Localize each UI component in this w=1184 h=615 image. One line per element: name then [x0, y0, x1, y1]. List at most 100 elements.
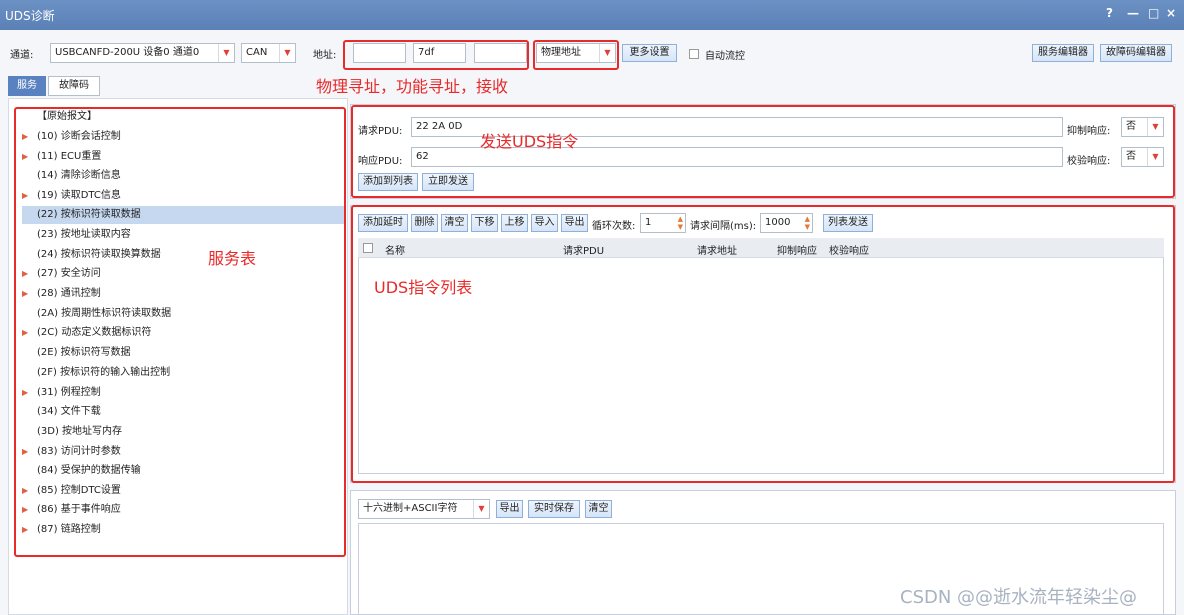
chevron-down-icon: ▼ — [218, 44, 234, 62]
annotation-service-table: 服务表 — [208, 249, 257, 268]
send-now-button[interactable]: 立即发送 — [422, 173, 474, 191]
tree-item-22[interactable]: (22) 按标识符读取数据 — [22, 206, 344, 224]
log-clear-button[interactable]: 清空 — [585, 500, 612, 518]
service-tree: 【原始报文】 ▶ (10) 诊断会话控制 ▶ (11) ECU重置 (14) 清除诊… — [16, 104, 346, 614]
tab-services[interactable]: 服务 — [8, 76, 46, 96]
auto-flow-checkbox[interactable] — [689, 49, 699, 59]
auto-flow-label: 自动流控 — [705, 51, 745, 62]
chevron-down-icon: ▼ — [599, 44, 615, 62]
chevron-down-icon: ▼ — [1147, 118, 1163, 136]
tree-item-84[interactable]: (84) 受保护的数据传输 — [22, 462, 344, 480]
tree-item-24[interactable]: (24) 按标识符读取换算数据 — [22, 246, 344, 264]
tree-item-2e[interactable]: (2E) 按标识符写数据 — [22, 344, 344, 362]
select-all-checkbox[interactable] — [363, 243, 373, 253]
expand-arrow-icon[interactable]: ▶ — [22, 187, 28, 205]
address-label: 地址: — [313, 50, 337, 61]
add-delay-button[interactable]: 添加延时 — [358, 214, 408, 232]
tab-dtc[interactable]: 故障码 — [48, 76, 100, 96]
tree-item-23[interactable]: (23) 按地址读取内容 — [22, 226, 344, 244]
tree-item-11[interactable]: ▶ (11) ECU重置 — [22, 148, 344, 166]
minimize-icon[interactable]: — — [1127, 6, 1139, 20]
help-icon[interactable]: ? — [1106, 6, 1113, 20]
tree-item-raw[interactable]: 【原始报文】 — [22, 108, 344, 126]
expand-arrow-icon[interactable]: ▶ — [22, 285, 28, 303]
close-icon[interactable]: × — [1166, 6, 1176, 20]
response-pdu-label: 响应PDU: — [358, 156, 403, 167]
loop-count-input[interactable]: 1 ▲ ▼ — [640, 213, 686, 233]
tree-item-14[interactable]: (14) 清除诊断信息 — [22, 167, 344, 185]
add-to-list-button[interactable]: 添加到列表 — [358, 173, 418, 191]
log-format-select[interactable]: 十六进制+ASCII字符 ▼ — [358, 499, 490, 519]
expand-arrow-icon[interactable]: ▶ — [22, 324, 28, 342]
expand-arrow-icon[interactable]: ▶ — [22, 128, 28, 146]
suppress-response-label: 抑制响应: — [1067, 126, 1111, 137]
address-type-select[interactable]: 物理地址 ▼ — [536, 43, 616, 63]
title-bar: UDS诊断 ? — □ × — [0, 0, 1184, 30]
col-request-address[interactable]: 请求地址 — [697, 242, 737, 257]
expand-arrow-icon[interactable]: ▶ — [22, 384, 28, 402]
interval-input[interactable]: 1000 ▲ ▼ — [760, 213, 813, 233]
col-verify-response[interactable]: 校验响应 — [829, 242, 869, 257]
delete-button[interactable]: 删除 — [411, 214, 438, 232]
tree-item-85[interactable]: ▶ (85) 控制DTC设置 — [22, 482, 344, 500]
move-up-button[interactable]: 上移 — [501, 214, 528, 232]
clear-list-button[interactable]: 清空 — [441, 214, 468, 232]
annotation-cmd-list: UDS指令列表 — [374, 278, 473, 297]
col-suppress-response[interactable]: 抑制响应 — [777, 242, 817, 257]
suppress-response-select[interactable]: 否 ▼ — [1121, 117, 1164, 137]
expand-arrow-icon[interactable]: ▶ — [22, 443, 28, 461]
command-grid-body[interactable] — [358, 258, 1164, 474]
chevron-down-icon: ▼ — [1147, 148, 1163, 166]
address-input-3[interactable] — [474, 43, 527, 63]
interval-label: 请求间隔(ms): — [690, 221, 757, 232]
expand-arrow-icon[interactable]: ▶ — [22, 501, 28, 519]
address-input-2[interactable]: 7df — [413, 43, 466, 63]
list-send-button[interactable]: 列表发送 — [823, 214, 873, 232]
annotation-send-cmd: 发送UDS指令 — [480, 132, 579, 151]
tree-item-3d[interactable]: (3D) 按地址写内存 — [22, 423, 344, 441]
import-button[interactable]: 导入 — [531, 214, 558, 232]
tree-item-10[interactable]: ▶ (10) 诊断会话控制 — [22, 128, 344, 146]
maximize-icon[interactable]: □ — [1148, 6, 1159, 20]
tree-item-34[interactable]: (34) 文件下载 — [22, 403, 344, 421]
verify-response-select[interactable]: 否 ▼ — [1121, 147, 1164, 167]
watermark: CSDN @@逝水流年轻染尘@ — [900, 587, 1138, 608]
live-save-button[interactable]: 实时保存 — [528, 500, 580, 518]
col-name[interactable]: 名称 — [385, 242, 405, 257]
expand-arrow-icon[interactable]: ▶ — [22, 521, 28, 539]
tree-item-87[interactable]: ▶ (87) 链路控制 — [22, 521, 344, 539]
bus-type-select[interactable]: CAN ▼ — [241, 43, 296, 63]
spinner-icon[interactable]: ▲ ▼ — [678, 215, 683, 231]
more-settings-button[interactable]: 更多设置 — [622, 44, 677, 62]
tree-item-27[interactable]: ▶ (27) 安全访问 — [22, 265, 344, 283]
annotation-addressing: 物理寻址，功能寻址，接收 — [316, 77, 509, 96]
tree-item-2f[interactable]: (2F) 按标识符的输入输出控制 — [22, 364, 344, 382]
address-input-1[interactable] — [353, 43, 406, 63]
service-editor-button[interactable]: 服务编辑器 — [1032, 44, 1094, 62]
tree-item-2a[interactable]: (2A) 按周期性标识符读取数据 — [22, 305, 344, 323]
col-request-pdu[interactable]: 请求PDU — [563, 242, 604, 257]
channel-label: 通道: — [10, 50, 34, 61]
request-pdu-label: 请求PDU: — [358, 126, 403, 137]
log-export-button[interactable]: 导出 — [496, 500, 523, 518]
chevron-down-icon: ▼ — [279, 44, 295, 62]
export-list-button[interactable]: 导出 — [561, 214, 588, 232]
chevron-down-icon: ▼ — [473, 500, 489, 518]
expand-arrow-icon[interactable]: ▶ — [22, 482, 28, 500]
loop-count-label: 循环次数: — [592, 221, 636, 232]
move-down-button[interactable]: 下移 — [471, 214, 498, 232]
tree-item-2c[interactable]: ▶ (2C) 动态定义数据标识符 — [22, 324, 344, 342]
expand-arrow-icon[interactable]: ▶ — [22, 265, 28, 283]
command-grid-header: 名称 请求PDU 请求地址 抑制响应 校验响应 — [358, 238, 1164, 258]
tree-item-83[interactable]: ▶ (83) 访问计时参数 — [22, 443, 344, 461]
tree-item-86[interactable]: ▶ (86) 基于事件响应 — [22, 501, 344, 519]
tree-item-28[interactable]: ▶ (28) 通讯控制 — [22, 285, 344, 303]
uds-window: UDS诊断 ? — □ × 通道: USBCANFD-200U 设备0 通道0 ▼… — [0, 0, 1184, 615]
tree-item-31[interactable]: ▶ (31) 例程控制 — [22, 384, 344, 402]
expand-arrow-icon[interactable]: ▶ — [22, 148, 28, 166]
channel-select[interactable]: USBCANFD-200U 设备0 通道0 ▼ — [50, 43, 235, 63]
dtc-editor-button[interactable]: 故障码编辑器 — [1100, 44, 1172, 62]
window-title: UDS诊断 — [5, 9, 55, 23]
tree-item-19[interactable]: ▶ (19) 读取DTC信息 — [22, 187, 344, 205]
spinner-icon[interactable]: ▲ ▼ — [805, 215, 810, 231]
